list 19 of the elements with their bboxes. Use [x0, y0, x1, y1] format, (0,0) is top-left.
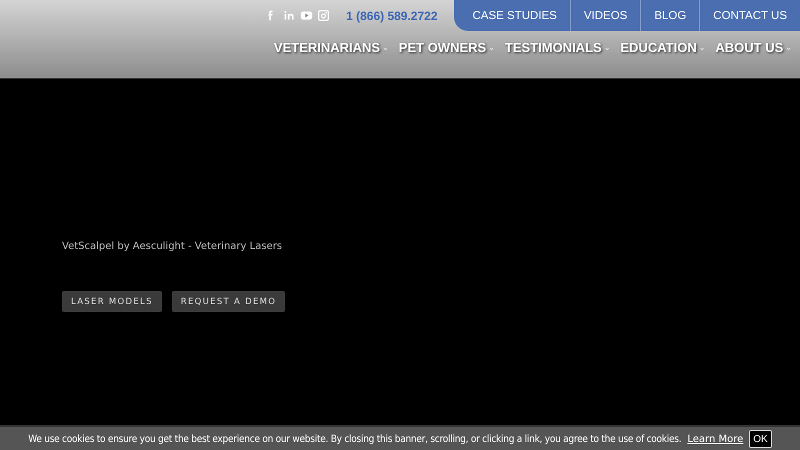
- top-nav-link[interactable]: BLOG: [640, 0, 700, 31]
- caret-icon: ⌄: [785, 44, 792, 52]
- hero-button[interactable]: REQUEST A DEMO: [172, 291, 286, 312]
- caret-icon: ⌄: [698, 44, 706, 52]
- ok-button[interactable]: OK: [749, 430, 772, 448]
- linkedin-icon[interactable]: [283, 9, 296, 22]
- top-nav-link[interactable]: CASE STUDIES: [460, 0, 570, 31]
- caret-icon: ⌄: [488, 44, 495, 52]
- caret-icon: ⌄: [604, 44, 610, 52]
- youtube-icon[interactable]: [300, 9, 314, 22]
- learn-more-link[interactable]: Learn More: [687, 434, 744, 444]
- top-nav-link[interactable]: CONTACT US: [699, 0, 800, 31]
- top-nav-link[interactable]: VIDEOS: [570, 0, 640, 31]
- instagram-icon[interactable]: [317, 9, 330, 22]
- phone-link[interactable]: 1 (866) 589.2722: [346, 8, 438, 22]
- caret-icon: ⌄: [382, 44, 389, 52]
- cookie-notice: We use cookies to ensure you get the best experience on our website. By closing this banner, scrolling, or clicking a link, you agree to the use of cookies.: [28, 434, 682, 444]
- hero-button[interactable]: LASER MODELS: [62, 291, 162, 312]
- hero-tagline: VetScalpel by Aesculight - Veterinary Lasers: [62, 241, 284, 252]
